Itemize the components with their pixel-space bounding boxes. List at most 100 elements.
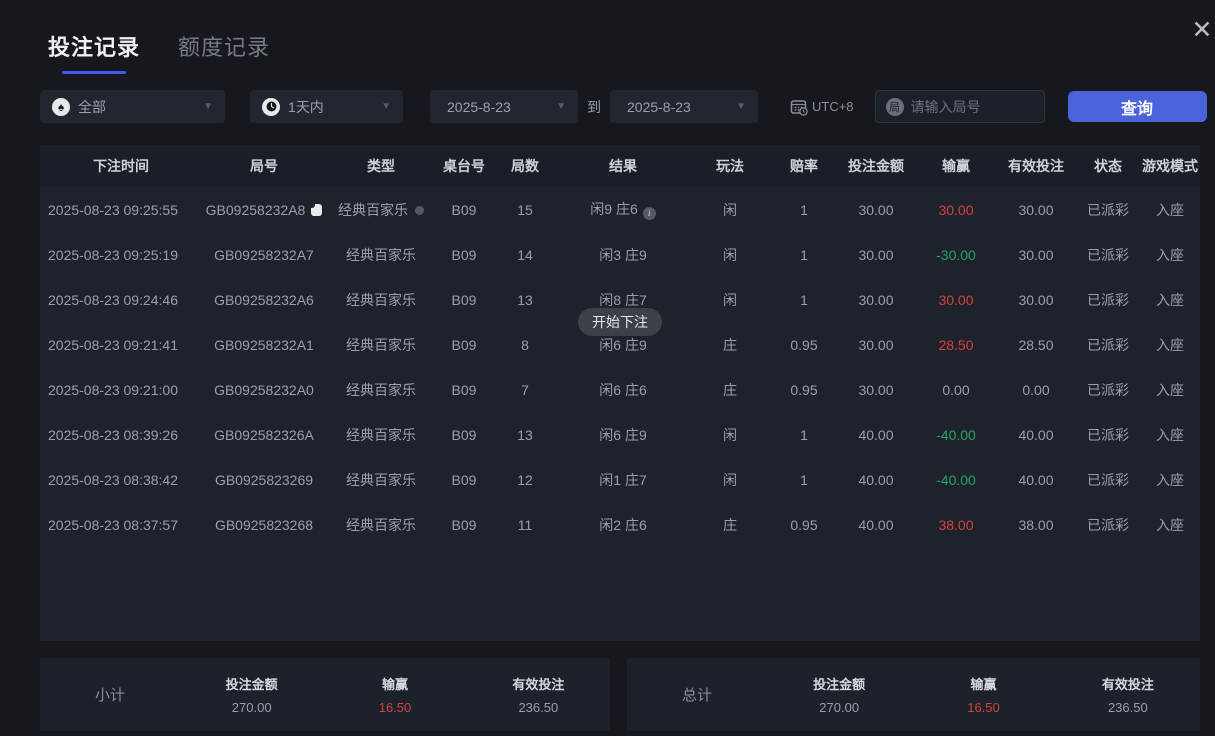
valid-bet: 40.00: [996, 457, 1076, 502]
round-id: GB092582326A: [214, 427, 314, 443]
win-loss: -40.00: [916, 412, 996, 457]
table-header: 下注时间局号类型桌台号局数结果玩法赔率投注金额输赢有效投注状态游戏模式: [40, 145, 1200, 187]
type-dot-icon: [415, 206, 424, 215]
bet-amount: 30.00: [836, 187, 916, 232]
column-header: 下注时间: [40, 145, 202, 187]
table-row: 2025-08-23 08:38:42 GB0925823269 经典百家乐 B…: [40, 457, 1200, 502]
table-row: 2025-08-23 09:25:19 GB09258232A7 经典百家乐 B…: [40, 232, 1200, 277]
game-type: 经典百家乐: [346, 427, 416, 443]
result-cell: 闲6 庄6i: [558, 367, 688, 412]
bet-amount: 30.00: [836, 367, 916, 412]
table-number: B09: [436, 367, 492, 412]
play-type: 闲: [688, 412, 772, 457]
game-type-dropdown[interactable]: ♠ 全部 ▼: [40, 90, 225, 123]
total-bet-amount: 投注金额 270.00: [767, 674, 911, 715]
win-loss: 38.00: [916, 502, 996, 547]
round-id: GB09258232A1: [214, 337, 314, 353]
game-type-cell: 经典百家乐: [326, 277, 436, 322]
bet-time: 2025-08-23 09:24:46: [40, 277, 202, 322]
total-label: 总计: [627, 684, 767, 705]
clock-icon: [262, 98, 280, 116]
table-number: B09: [436, 412, 492, 457]
table-number: B09: [436, 277, 492, 322]
game-mode: 入座: [1140, 367, 1200, 412]
bet-time: 2025-08-23 08:38:42: [40, 457, 202, 502]
date-to-picker[interactable]: 2025-8-23 ▼: [610, 90, 758, 123]
game-type: 经典百家乐: [346, 472, 416, 488]
tab-quota-records[interactable]: 额度记录: [178, 30, 270, 74]
close-icon[interactable]: ✕: [1188, 16, 1215, 44]
result-cell: 闲6 庄9i: [558, 412, 688, 457]
time-range-value: 1天内: [288, 97, 324, 117]
table-number: B09: [436, 232, 492, 277]
result-cell: 闲3 庄9i: [558, 232, 688, 277]
win-loss: 30.00: [916, 187, 996, 232]
play-type: 闲: [688, 187, 772, 232]
column-header: 状态: [1076, 145, 1140, 187]
win-loss: 0.00: [916, 367, 996, 412]
round-id: GB0925823269: [215, 472, 313, 488]
game-type: 经典百家乐: [346, 247, 416, 263]
tab-bet-records[interactable]: 投注记录: [48, 30, 140, 74]
total-valid-bet: 有效投注 236.50: [1056, 674, 1200, 715]
round-count: 15: [492, 187, 558, 232]
bet-amount: 30.00: [836, 232, 916, 277]
round-id: GB0925823268: [215, 517, 313, 533]
column-header: 玩法: [688, 145, 772, 187]
column-header: 结果: [558, 145, 688, 187]
game-type-cell: 经典百家乐: [326, 502, 436, 547]
table-number: B09: [436, 187, 492, 232]
round-count: 13: [492, 277, 558, 322]
game-type: 经典百家乐: [338, 202, 408, 218]
round-id-cell: GB09258232A8: [202, 187, 326, 232]
bet-records-table: 下注时间局号类型桌台号局数结果玩法赔率投注金额输赢有效投注状态游戏模式 2025…: [40, 145, 1200, 547]
table-number: B09: [436, 502, 492, 547]
bet-time: 2025-08-23 09:21:00: [40, 367, 202, 412]
start-betting-tooltip: 开始下注: [578, 308, 662, 336]
game-type-cell: 经典百家乐: [326, 457, 436, 502]
bet-amount: 40.00: [836, 457, 916, 502]
round-id-cell: GB09258232A6: [202, 277, 326, 322]
game-mode: 入座: [1140, 187, 1200, 232]
subtotal-valid-bet: 有效投注 236.50: [467, 674, 610, 715]
odds: 1: [772, 187, 836, 232]
time-range-dropdown[interactable]: 1天内 ▼: [250, 90, 403, 123]
result: 闲6 庄9: [599, 337, 646, 353]
status: 已派彩: [1076, 457, 1140, 502]
valid-bet: 30.00: [996, 187, 1076, 232]
round-number-icon: 局: [886, 98, 904, 116]
round-count: 14: [492, 232, 558, 277]
game-mode: 入座: [1140, 502, 1200, 547]
info-icon[interactable]: i: [643, 207, 656, 220]
filter-bar: ♠ 全部 ▼ 1天内 ▼ 2025-8-23 ▼ 到 2025-8-23 ▼ U…: [40, 90, 1207, 123]
odds: 0.95: [772, 502, 836, 547]
subtotal-card: 小计 投注金额 270.00 输赢 16.50 有效投注 236.50: [40, 658, 610, 731]
result: 闲6 庄9: [599, 427, 646, 443]
odds: 1: [772, 277, 836, 322]
valid-bet: 30.00: [996, 232, 1076, 277]
round-number-field[interactable]: 局: [875, 90, 1045, 123]
timezone-label: UTC+8: [812, 99, 854, 114]
round-id-cell: GB0925823269: [202, 457, 326, 502]
column-header: 输赢: [916, 145, 996, 187]
round-id: GB09258232A6: [214, 292, 314, 308]
game-mode: 入座: [1140, 412, 1200, 457]
result: 闲8 庄7: [599, 292, 646, 308]
game-mode: 入座: [1140, 457, 1200, 502]
bet-amount: 40.00: [836, 412, 916, 457]
game-type: 经典百家乐: [346, 337, 416, 353]
subtotal-bet-amount: 投注金额 270.00: [180, 674, 323, 715]
bet-time: 2025-08-23 09:25:55: [40, 187, 202, 232]
search-button[interactable]: 查询: [1068, 91, 1207, 122]
round-number-input[interactable]: [911, 99, 1031, 115]
date-from-picker[interactable]: 2025-8-23 ▼: [430, 90, 578, 123]
to-label: 到: [587, 97, 601, 117]
game-type: 经典百家乐: [346, 292, 416, 308]
bet-amount: 30.00: [836, 277, 916, 322]
game-type-cell: 经典百家乐: [326, 187, 436, 232]
copy-icon[interactable]: [311, 204, 322, 216]
game-type: 经典百家乐: [346, 382, 416, 398]
win-loss: 30.00: [916, 277, 996, 322]
bet-time: 2025-08-23 08:39:26: [40, 412, 202, 457]
valid-bet: 0.00: [996, 367, 1076, 412]
